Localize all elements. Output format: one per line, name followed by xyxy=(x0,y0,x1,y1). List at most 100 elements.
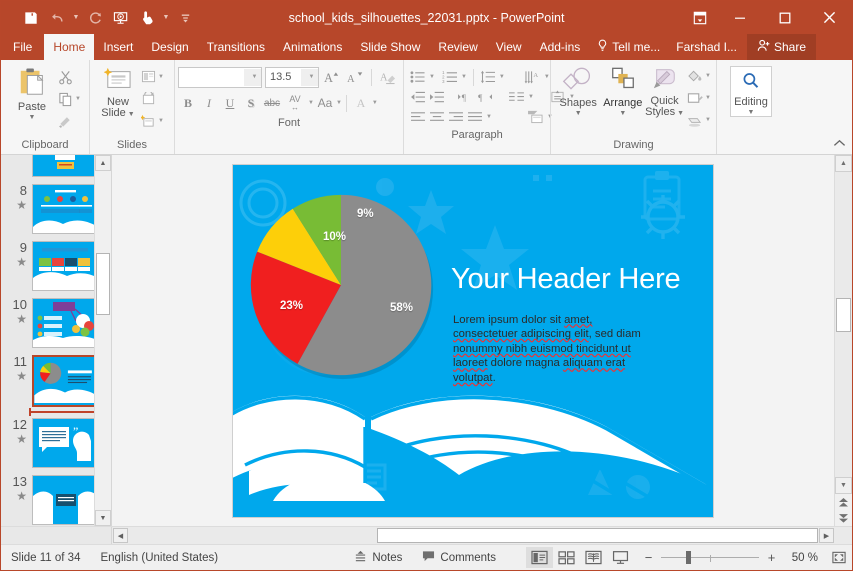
change-case-dropdown-caret[interactable]: ▼ xyxy=(336,100,342,106)
text-direction-dropdown-caret[interactable]: ▼ xyxy=(544,74,550,80)
new-slide-button[interactable]: New Slide ▼ xyxy=(95,65,141,119)
undo-icon[interactable] xyxy=(45,6,69,30)
numbering-icon[interactable]: 123 xyxy=(442,70,458,84)
format-painter-icon[interactable] xyxy=(58,114,73,129)
line-spacing-dropdown-caret[interactable]: ▼ xyxy=(499,74,505,80)
font-color-dropdown-caret[interactable]: ▼ xyxy=(372,100,378,106)
justify-icon[interactable] xyxy=(467,111,483,124)
numbering-dropdown-caret[interactable]: ▼ xyxy=(461,74,467,80)
next-slide-button[interactable] xyxy=(835,510,852,526)
increase-font-size-icon[interactable]: A xyxy=(322,67,342,87)
bullets-dropdown-caret[interactable]: ▼ xyxy=(429,74,435,80)
touch-mouse-mode-icon[interactable] xyxy=(135,6,159,30)
arrange-button[interactable]: Arrange ▼ xyxy=(601,64,644,117)
vscroll-thumb[interactable] xyxy=(836,298,851,332)
clear-formatting-icon[interactable]: A xyxy=(378,67,398,87)
close-button[interactable] xyxy=(807,1,852,34)
redo-icon[interactable] xyxy=(83,6,107,30)
customize-qat-icon[interactable] xyxy=(173,6,197,30)
collapse-ribbon-icon[interactable] xyxy=(833,139,846,151)
hscroll-left-button[interactable]: ◀ xyxy=(113,528,128,543)
shape-outline-icon[interactable] xyxy=(687,91,703,106)
layout-dropdown-caret[interactable]: ▼ xyxy=(158,74,164,80)
justify-dropdown-caret[interactable]: ▼ xyxy=(486,114,492,120)
section-dropdown-caret[interactable]: ▼ xyxy=(158,118,164,124)
quick-styles-dropdown-caret[interactable]: ▼ xyxy=(677,110,684,117)
quick-styles-button[interactable]: Quick Styles ▼ xyxy=(645,64,684,118)
columns-dropdown-caret[interactable]: ▼ xyxy=(528,94,534,100)
view-normal-button[interactable] xyxy=(526,547,553,568)
character-spacing-button[interactable]: AV ↔ xyxy=(283,93,307,113)
tab-transitions[interactable]: Transitions xyxy=(198,34,274,60)
thumbnail-scroll-up-button[interactable]: ▲ xyxy=(95,155,111,171)
maximize-button[interactable] xyxy=(762,1,807,34)
thumbnail-scroll-down-button[interactable]: ▼ xyxy=(95,510,111,526)
cut-icon[interactable] xyxy=(58,70,73,85)
slide-body-text[interactable]: Lorem ipsum dolor sit amet, consectetuer… xyxy=(453,313,653,386)
hscroll-thumb[interactable] xyxy=(377,528,818,543)
undo-dropdown-caret[interactable]: ▼ xyxy=(71,7,81,29)
shape-effects-icon[interactable] xyxy=(687,113,703,128)
minimize-button[interactable] xyxy=(717,1,762,34)
convert-to-smartart-icon[interactable] xyxy=(527,110,544,124)
tab-slide-show[interactable]: Slide Show xyxy=(351,34,429,60)
tab-add-ins[interactable]: Add-ins xyxy=(531,34,590,60)
reset-icon[interactable] xyxy=(141,92,156,106)
decrease-indent-icon[interactable] xyxy=(410,91,426,104)
font-size-dropdown-caret[interactable]: ▼ xyxy=(301,69,318,86)
hscroll-right-button[interactable]: ▶ xyxy=(819,528,834,543)
tab-insert[interactable]: Insert xyxy=(94,34,142,60)
hscroll-track[interactable] xyxy=(129,528,818,543)
account-name[interactable]: Farshad I... xyxy=(668,34,745,60)
section-icon[interactable] xyxy=(141,114,156,128)
save-icon[interactable] xyxy=(19,6,43,30)
line-spacing-icon[interactable] xyxy=(480,70,496,84)
comments-button[interactable]: Comments xyxy=(412,550,506,565)
tab-home[interactable]: Home xyxy=(44,34,94,60)
fit-slide-to-window-button[interactable] xyxy=(826,547,852,568)
bullets-icon[interactable] xyxy=(410,70,426,84)
shape-effects-dropdown-caret[interactable]: ▼ xyxy=(705,117,711,123)
copy-dropdown-caret[interactable]: ▼ xyxy=(75,96,81,102)
slide-vertical-scrollbar[interactable]: ▲ ▼ xyxy=(834,155,852,526)
slide-thumbnail-pane[interactable]: 7★ 8★ xyxy=(1,155,112,526)
slide-header-text[interactable]: Your Header Here xyxy=(451,263,680,295)
right-to-left-icon[interactable]: ¶ xyxy=(477,91,494,104)
view-slide-sorter-button[interactable] xyxy=(553,547,580,568)
tab-file[interactable]: File xyxy=(1,34,44,60)
tab-animations[interactable]: Animations xyxy=(274,34,351,60)
strikethrough-button[interactable]: abc xyxy=(262,93,282,113)
align-left-icon[interactable] xyxy=(410,111,426,124)
language-indicator[interactable]: English (United States) xyxy=(90,552,228,564)
zoom-slider[interactable] xyxy=(661,551,759,565)
view-reading-button[interactable] xyxy=(580,547,607,568)
underline-button[interactable]: U xyxy=(220,93,240,113)
slide-edit-pane[interactable]: 9% 10% 23% 58% Your Header Here Lorem ip… xyxy=(112,155,834,526)
paste-button[interactable]: Paste ▼ xyxy=(6,65,58,121)
scroll-down-button[interactable]: ▼ xyxy=(835,477,852,494)
view-slide-show-button[interactable] xyxy=(607,547,634,568)
touch-mode-dropdown-caret[interactable]: ▼ xyxy=(161,7,171,29)
paste-dropdown-caret[interactable]: ▼ xyxy=(29,114,36,121)
bold-button[interactable]: B xyxy=(178,93,198,113)
tab-view[interactable]: View xyxy=(487,34,531,60)
zoom-out-button[interactable]: − xyxy=(642,551,655,564)
font-color-button[interactable]: A xyxy=(351,93,371,113)
scroll-up-button[interactable]: ▲ xyxy=(835,155,852,172)
shape-outline-dropdown-caret[interactable]: ▼ xyxy=(705,95,711,101)
character-spacing-dropdown-caret[interactable]: ▼ xyxy=(308,100,314,106)
shape-fill-icon[interactable] xyxy=(687,69,703,84)
change-case-button[interactable]: Aa xyxy=(315,93,335,113)
align-right-icon[interactable] xyxy=(448,111,464,124)
font-size-input[interactable]: 13.5 ▼ xyxy=(265,67,319,88)
notes-button[interactable]: Notes xyxy=(344,550,412,566)
pie-chart[interactable] xyxy=(243,187,439,383)
left-to-right-icon[interactable]: ¶ xyxy=(457,91,474,104)
thumbnail-scrollbar[interactable]: ▲ ▼ xyxy=(94,155,111,526)
tab-review[interactable]: Review xyxy=(429,34,486,60)
share-button[interactable]: Share xyxy=(747,34,816,60)
text-direction-icon[interactable]: A xyxy=(524,70,541,84)
zoom-slider-handle[interactable] xyxy=(686,551,691,564)
current-slide[interactable]: 9% 10% 23% 58% Your Header Here Lorem ip… xyxy=(233,165,713,517)
new-slide-dropdown-caret[interactable]: ▼ xyxy=(128,111,135,118)
